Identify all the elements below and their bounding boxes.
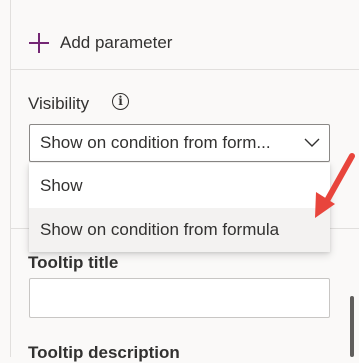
option-show-on-condition[interactable]: Show on condition from formula [29, 208, 330, 252]
visibility-selected-value: Show on condition from form... [40, 133, 271, 152]
tooltip-description-label: Tooltip description [28, 343, 180, 362]
tooltip-title-input[interactable] [29, 278, 330, 318]
section-divider-top [10, 69, 359, 70]
visibility-dropdown[interactable]: Show on condition from form... [29, 124, 330, 162]
add-parameter-label: Add parameter [60, 33, 173, 52]
option-show[interactable]: Show [29, 164, 330, 208]
add-parameter-button[interactable]: Add parameter [28, 29, 172, 57]
visibility-options-menu: Show Show on condition from formula [29, 163, 330, 252]
chevron-down-icon [299, 124, 329, 162]
info-icon[interactable]: i [112, 93, 129, 110]
tooltip-title-label: Tooltip title [28, 253, 119, 272]
plus-icon [28, 32, 50, 54]
scrollbar[interactable] [350, 296, 354, 357]
visibility-label: Visibility [28, 94, 90, 113]
